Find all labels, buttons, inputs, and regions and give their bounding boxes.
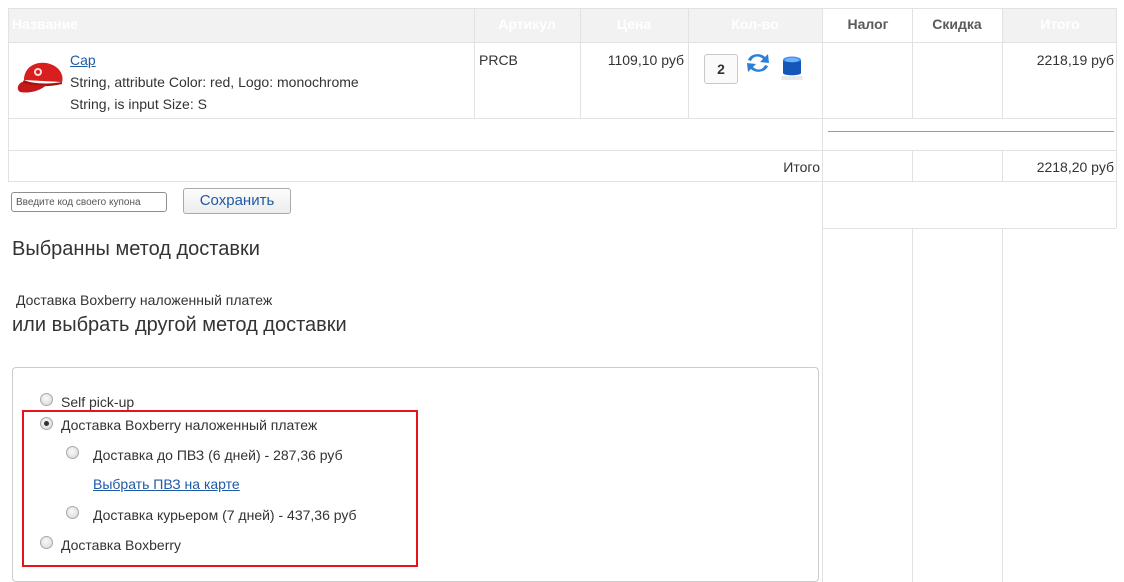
red-cap-icon <box>17 62 63 93</box>
col-divider <box>912 150 913 182</box>
header-tax: Налог <box>847 16 889 32</box>
product-attribute: String, attribute Color: red, Logo: mono… <box>70 74 359 90</box>
row-divider <box>8 8 1116 9</box>
col-divider <box>8 8 9 182</box>
col-divider <box>688 8 689 118</box>
col-divider <box>1002 228 1003 582</box>
quantity-input[interactable]: 2 <box>704 54 738 84</box>
highlight-box <box>22 410 418 567</box>
col-divider <box>1002 8 1003 118</box>
option-self-pickup: Self pick-up <box>61 394 135 410</box>
row-divider <box>8 181 1116 182</box>
other-shipping-heading: или выбрать другой метод доставки <box>12 314 347 336</box>
trash-icon <box>781 56 803 80</box>
coupon-input[interactable] <box>11 192 167 212</box>
shipping-total-rule <box>828 131 1114 132</box>
header-name: Название <box>12 16 79 32</box>
row-divider <box>8 150 1116 151</box>
product-sku: PRCB <box>479 52 518 68</box>
product-image[interactable] <box>16 56 66 98</box>
col-divider <box>1002 150 1003 182</box>
header-price: Цена <box>616 16 652 32</box>
row-divider <box>8 118 1116 119</box>
col-divider <box>912 228 913 582</box>
selected-shipping-method: Доставка Boxberry наложенный платеж <box>16 292 273 308</box>
header-sku: Артикул <box>498 16 556 32</box>
col-divider <box>1116 8 1117 228</box>
delete-button[interactable] <box>778 52 806 82</box>
subtotal-value: 2218,20 руб <box>1036 159 1114 175</box>
row-divider <box>8 42 1116 43</box>
col-divider <box>580 8 581 118</box>
header-total: Итого <box>1040 16 1080 32</box>
product-price: 1109,10 руб <box>607 52 684 68</box>
col-divider <box>822 8 823 582</box>
col-divider <box>912 8 913 118</box>
update-button[interactable] <box>744 50 772 76</box>
product-name-link[interactable]: Cap <box>70 52 96 68</box>
save-coupon-button[interactable]: Сохранить <box>183 188 291 214</box>
subtotal-label: Итого <box>783 159 820 175</box>
product-total: 2218,19 руб <box>1036 52 1114 68</box>
header-qty: Кол-во <box>731 16 779 32</box>
product-attribute: String, is input Size: S <box>70 96 207 112</box>
row-divider <box>822 228 1116 229</box>
radio-self-pickup[interactable] <box>40 393 53 406</box>
selected-shipping-heading: Выбранны метод доставки <box>12 238 260 260</box>
col-divider <box>474 8 475 118</box>
header-discount: Скидка <box>932 16 982 32</box>
refresh-icon <box>747 54 769 72</box>
